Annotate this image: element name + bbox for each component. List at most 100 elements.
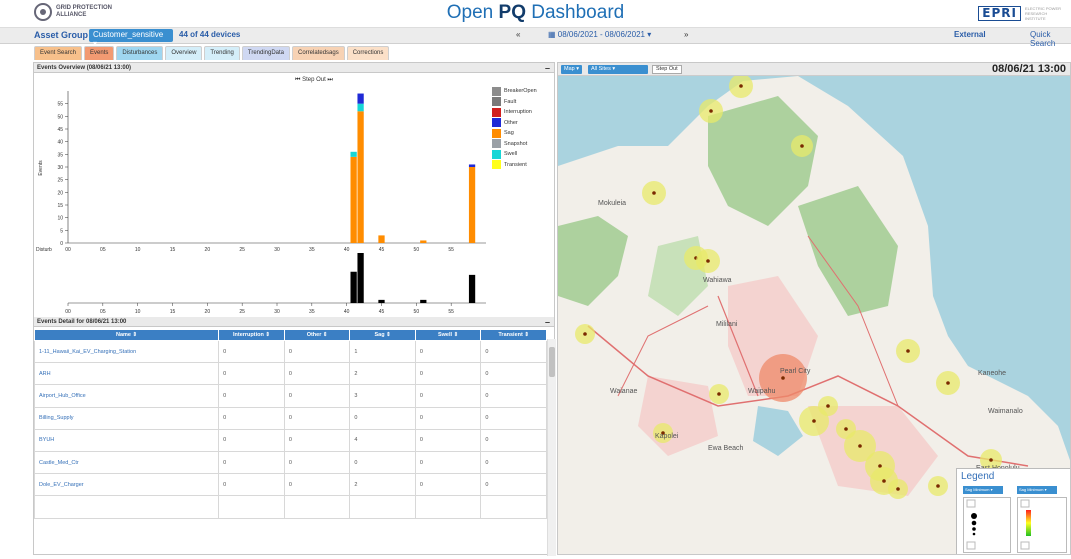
site-dot[interactable] — [858, 444, 862, 448]
table-cell — [283, 495, 351, 519]
legend-metric-select-2[interactable]: Sag Minimum ▾ — [1017, 486, 1057, 494]
site-dot[interactable] — [936, 484, 940, 488]
tab-disturbances[interactable]: Disturbances — [116, 46, 164, 60]
map-type-select[interactable]: Map ▾ — [561, 65, 582, 74]
device-name-link[interactable]: Billing_Supply — [34, 406, 220, 430]
tab-event search[interactable]: Event Search — [34, 46, 83, 60]
column-header[interactable]: Sag ⇕ — [349, 329, 416, 341]
table-row[interactable]: ARH 0 0 2 0 0 — [34, 362, 547, 386]
bar-swell[interactable] — [357, 103, 364, 112]
strip-tick-label: 15 — [170, 309, 176, 315]
table-scrollbar[interactable] — [547, 339, 556, 556]
site-dot[interactable] — [781, 376, 785, 380]
device-name-link[interactable]: Airport_Hub_Office — [34, 384, 220, 408]
site-dot[interactable] — [652, 191, 656, 195]
tab-events[interactable]: Events — [84, 46, 115, 60]
date-range-picker[interactable]: ▦ 08/06/2021 - 08/06/2021 ▾ — [548, 30, 651, 39]
table-row[interactable] — [34, 495, 547, 519]
device-name-link[interactable]: Castle_Med_Ctr — [34, 450, 220, 475]
strip-bar[interactable] — [350, 271, 357, 303]
device-name-link[interactable]: Dole_EV_Charger — [34, 473, 220, 497]
table-cell: 0 — [414, 384, 482, 408]
strip-tick-label: 50 — [414, 309, 420, 315]
legend-item[interactable]: Interruption — [492, 107, 537, 118]
bar-sag[interactable] — [468, 167, 476, 243]
next-period-icon[interactable]: » — [684, 30, 688, 39]
bar-swell[interactable] — [350, 151, 357, 157]
strip-bar[interactable] — [468, 274, 476, 303]
table-cell: 4 — [349, 428, 416, 452]
strip-tick-label: 05 — [100, 309, 106, 315]
site-dot[interactable] — [946, 381, 950, 385]
column-header[interactable]: Name ⇕ — [34, 329, 220, 341]
legend-item[interactable]: Swell — [492, 149, 537, 160]
device-name-link[interactable]: BYUH — [34, 428, 220, 452]
tab-trendingdata[interactable]: TrendingData — [241, 46, 291, 60]
bar-sag[interactable] — [350, 156, 357, 243]
site-dot[interactable] — [878, 464, 882, 468]
site-dot[interactable] — [826, 404, 830, 408]
site-dot[interactable] — [896, 487, 900, 491]
column-header[interactable]: Transient ⇕ — [480, 329, 547, 341]
table-cell: 0 — [283, 362, 351, 386]
asset-group-select[interactable]: Customer_sensitive ▾ — [89, 29, 173, 48]
strip-bar[interactable] — [378, 299, 385, 303]
external-link[interactable]: External — [954, 30, 986, 39]
table-cell: 0 — [218, 473, 285, 497]
table-row[interactable]: Airport_Hub_Office 0 0 3 0 0 — [34, 384, 547, 408]
site-dot[interactable] — [812, 419, 816, 423]
legend-item[interactable]: Transient — [492, 160, 537, 171]
map-place-label: Waipahu — [748, 388, 776, 395]
table-row[interactable]: Dole_EV_Charger 0 0 2 0 0 — [34, 473, 547, 497]
table-cell: 0 — [480, 428, 547, 452]
device-name-link[interactable]: ARH — [34, 362, 220, 386]
bar-other[interactable] — [468, 164, 476, 167]
prev-period-icon[interactable]: « — [516, 30, 520, 39]
scrollbar-thumb[interactable] — [549, 347, 555, 377]
device-name-link[interactable]: 1-11_Hawaii_Kai_EV_Charging_Station — [34, 339, 220, 364]
legend-item[interactable]: Other — [492, 118, 537, 129]
column-header[interactable]: Swell ⇕ — [414, 329, 482, 341]
table-row[interactable]: Billing_Supply 0 0 0 0 0 — [34, 406, 547, 430]
site-dot[interactable] — [882, 479, 886, 483]
strip-bar[interactable] — [357, 253, 364, 303]
legend-item[interactable]: BreakerOpen — [492, 86, 537, 97]
x-tick-label: 30 — [274, 247, 280, 253]
tab-overview[interactable]: Overview — [165, 46, 203, 60]
column-header[interactable]: Interruption ⇕ — [218, 329, 285, 341]
site-dot[interactable] — [844, 427, 848, 431]
minimize-icon[interactable]: – — [545, 317, 550, 327]
table-row[interactable]: BYUH 0 0 4 0 0 — [34, 428, 547, 452]
site-dot[interactable] — [989, 458, 993, 462]
site-dot[interactable] — [906, 349, 910, 353]
strip-bar[interactable] — [420, 299, 427, 303]
map-step-out-button[interactable]: Step Out — [652, 65, 682, 74]
tab-trending[interactable]: Trending — [204, 46, 240, 60]
bar-other[interactable] — [357, 93, 364, 104]
table-cell: 0 — [414, 428, 482, 452]
site-dot[interactable] — [800, 144, 804, 148]
map-site-filter[interactable]: All Sites ▾ — [588, 65, 648, 74]
table-row[interactable]: 1-11_Hawaii_Kai_EV_Charging_Station 0 0 1 0 0 — [34, 339, 547, 364]
bar-sag[interactable] — [378, 235, 385, 243]
legend-metric-select-1[interactable]: Sag Minimum ▾ — [963, 486, 1003, 494]
legend-item[interactable]: Fault — [492, 97, 537, 108]
y-tick-label: 50 — [57, 114, 63, 120]
legend-item[interactable]: Sag — [492, 128, 537, 139]
site-dot[interactable] — [717, 392, 721, 396]
column-header[interactable]: Other ⇕ — [283, 329, 351, 341]
quick-search-link[interactable]: Quick Search — [1030, 30, 1071, 48]
tab-correlatedsags[interactable]: Correlatedsags — [292, 46, 345, 60]
bar-sag[interactable] — [357, 111, 364, 243]
site-dot[interactable] — [583, 332, 587, 336]
site-dot[interactable] — [706, 259, 710, 263]
events-panel: Events Overview (08/06/21 13:00) – ⏮ Ste… — [33, 62, 556, 556]
table-cell: 0 — [218, 428, 285, 452]
legend-item[interactable]: Snapshot — [492, 139, 537, 150]
site-dot[interactable] — [709, 109, 713, 113]
site-dot[interactable] — [739, 84, 743, 88]
table-row[interactable]: Castle_Med_Ctr 0 0 0 0 0 — [34, 450, 547, 475]
minimize-icon[interactable]: – — [545, 63, 550, 73]
tab-corrections[interactable]: Corrections — [346, 46, 390, 60]
bar-sag[interactable] — [420, 240, 427, 243]
